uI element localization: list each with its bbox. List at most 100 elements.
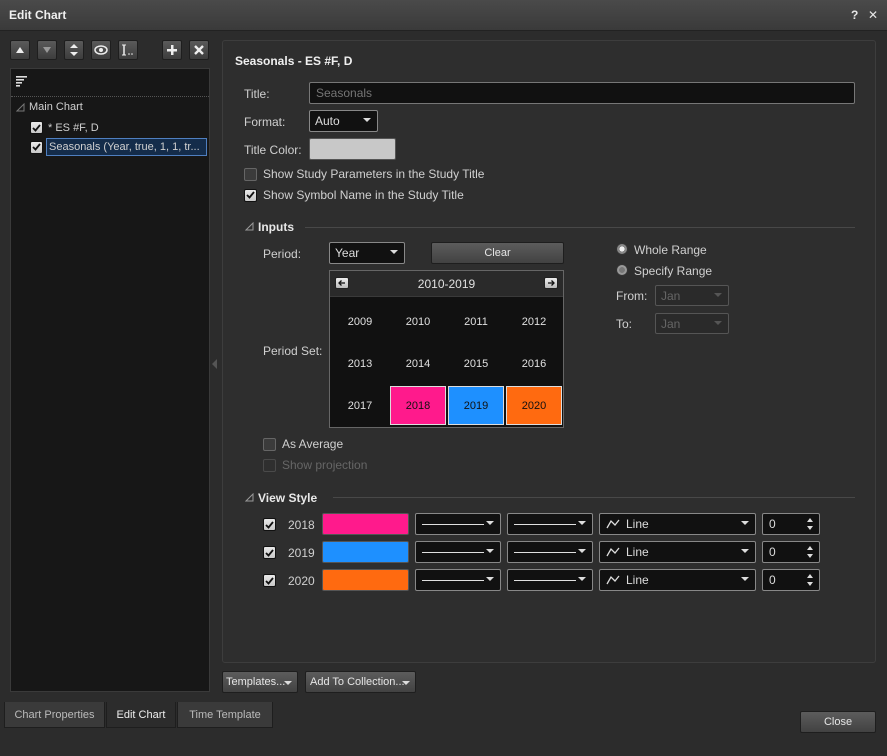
close-window-button[interactable]: ✕	[868, 8, 878, 22]
calendar-year-cell[interactable]: 2009	[332, 302, 388, 341]
spin-up-icon[interactable]	[807, 546, 813, 550]
title-input[interactable]	[309, 82, 855, 104]
view-style-checkbox[interactable]	[263, 518, 276, 531]
to-select[interactable]: Jan	[655, 313, 729, 334]
window-title: Edit Chart	[9, 8, 67, 22]
line-style-select[interactable]	[415, 513, 501, 535]
tab-edit-chart[interactable]: Edit Chart	[106, 702, 176, 728]
tree-item-seasonals[interactable]: Seasonals (Year, true, 1, 1, tr...	[30, 138, 207, 156]
tree-item-symbol[interactable]: * ES #F, D	[30, 121, 99, 134]
symbol-checkbox[interactable]	[30, 121, 43, 134]
view-style-color-swatch[interactable]	[322, 513, 409, 535]
calendar-year-cell[interactable]: 2014	[390, 344, 446, 383]
calendar-year-cell[interactable]: 2020	[506, 386, 562, 425]
arrow-right-icon	[548, 280, 555, 286]
add-to-collection-button[interactable]: Add To Collection...	[305, 671, 416, 693]
calendar-year-cell[interactable]: 2010	[390, 302, 446, 341]
clear-button[interactable]: Clear	[431, 242, 564, 264]
check-icon	[246, 191, 255, 199]
calendar-year-cell[interactable]: 2012	[506, 302, 562, 341]
tab-chart-properties[interactable]: Chart Properties	[4, 702, 105, 728]
line-chart-icon	[606, 547, 620, 557]
collapse-triangle-icon[interactable]	[245, 493, 254, 502]
line-style-sample	[422, 524, 484, 525]
check-icon	[265, 520, 274, 529]
tab-time-template[interactable]: Time Template	[177, 702, 273, 728]
show-symbol-checkbox[interactable]	[244, 188, 257, 202]
line-style-select[interactable]	[415, 541, 501, 563]
spin-up-icon[interactable]	[807, 518, 813, 522]
calendar-year-cell[interactable]: 2011	[448, 302, 504, 341]
spin-down-icon[interactable]	[807, 526, 813, 530]
view-style-color-swatch[interactable]	[322, 541, 409, 563]
view-style-checkbox[interactable]	[263, 574, 276, 587]
sort-lines-icon[interactable]	[16, 75, 28, 87]
seasonals-checkbox[interactable]	[30, 140, 43, 154]
templates-button[interactable]: Templates...	[222, 671, 298, 693]
panel-splitter[interactable]	[211, 358, 218, 372]
whole-range-radio[interactable]	[616, 243, 628, 255]
move-up-button[interactable]	[10, 40, 30, 60]
view-style-year: 2019	[288, 546, 315, 560]
tree-header	[11, 69, 209, 97]
move-down-button[interactable]	[37, 40, 57, 60]
spin-down-icon[interactable]	[807, 582, 813, 586]
tree-item-main-chart[interactable]: Main Chart	[16, 101, 83, 113]
as-average-checkbox[interactable]	[263, 437, 276, 451]
spin-down-icon[interactable]	[807, 554, 813, 558]
line-chart-icon	[606, 519, 620, 529]
line-width-select[interactable]	[507, 513, 593, 535]
show-projection-option[interactable]: Show projection	[263, 458, 367, 472]
from-select[interactable]: Jan	[655, 285, 729, 306]
offset-spinner[interactable]: 0	[762, 569, 820, 591]
help-button[interactable]: ?	[851, 8, 858, 22]
plot-type-select[interactable]: Line	[599, 541, 756, 563]
period-select[interactable]: Year	[329, 242, 405, 264]
show-params-checkbox[interactable]	[244, 167, 257, 181]
calendar-year-cell[interactable]: 2019	[448, 386, 504, 425]
chevron-down-icon	[714, 321, 722, 325]
move-updown-button[interactable]	[64, 40, 84, 60]
offset-spinner[interactable]: 0	[762, 513, 820, 535]
chevron-down-icon	[714, 293, 722, 297]
check-icon	[265, 576, 274, 585]
close-button[interactable]: Close	[800, 711, 876, 733]
remove-study-button[interactable]	[189, 40, 209, 60]
visibility-button[interactable]	[91, 40, 111, 60]
show-params-option[interactable]: Show Study Parameters in the Study Title	[244, 167, 484, 181]
chevron-down-icon	[284, 681, 292, 685]
view-style-color-swatch[interactable]	[322, 569, 409, 591]
line-style-select[interactable]	[415, 569, 501, 591]
view-style-year: 2020	[288, 574, 315, 588]
show-projection-label: Show projection	[282, 458, 368, 472]
offset-spinner[interactable]: 0	[762, 541, 820, 563]
as-average-option[interactable]: As Average	[263, 437, 343, 451]
view-style-divider	[333, 497, 855, 498]
calendar-year-cell[interactable]: 2013	[332, 344, 388, 383]
view-style-checkbox[interactable]	[263, 546, 276, 559]
period-value: Year	[335, 246, 360, 260]
specify-range-radio[interactable]	[616, 264, 628, 276]
spin-up-icon[interactable]	[807, 574, 813, 578]
line-width-select[interactable]	[507, 569, 593, 591]
add-study-button[interactable]	[162, 40, 182, 60]
show-projection-checkbox[interactable]	[263, 458, 276, 472]
calendar-next-button[interactable]	[544, 277, 558, 289]
calendar-year-cell[interactable]: 2016	[506, 344, 562, 383]
calendar-year-cell[interactable]: 2018	[390, 386, 446, 425]
collapse-triangle-icon[interactable]	[16, 102, 25, 112]
plot-type-select[interactable]: Line	[599, 513, 756, 535]
collapse-triangle-icon[interactable]	[245, 222, 254, 231]
period-set-label: Period Set:	[263, 344, 323, 358]
format-select[interactable]: Auto	[309, 110, 378, 132]
calendar-year-cell[interactable]: 2015	[448, 344, 504, 383]
tree-label-selected: Seasonals (Year, true, 1, 1, tr...	[46, 138, 207, 156]
rename-button[interactable]	[118, 40, 138, 60]
line-width-select[interactable]	[507, 541, 593, 563]
plot-type-value: Line	[626, 573, 649, 587]
title-color-swatch[interactable]	[309, 138, 396, 160]
show-symbol-option[interactable]: Show Symbol Name in the Study Title	[244, 188, 464, 202]
plot-type-select[interactable]: Line	[599, 569, 756, 591]
offset-value: 0	[769, 517, 776, 531]
calendar-year-cell[interactable]: 2017	[332, 386, 388, 425]
